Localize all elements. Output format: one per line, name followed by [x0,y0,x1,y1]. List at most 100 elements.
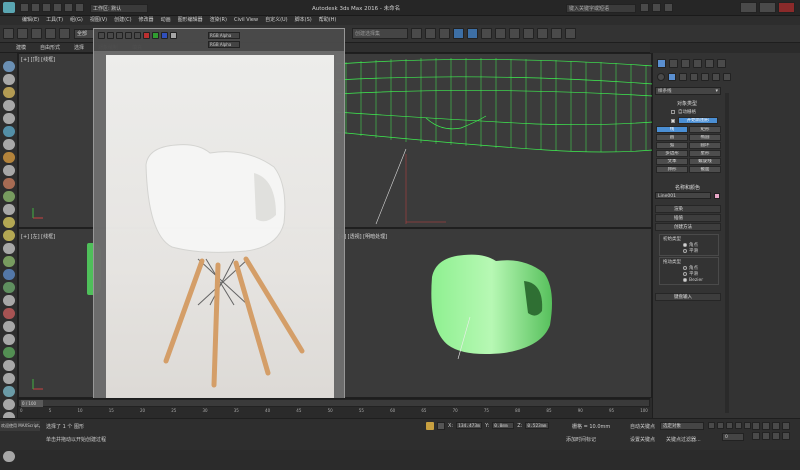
curve-editor-icon[interactable] [467,28,478,39]
copy-image-icon[interactable] [107,32,114,39]
cloth-icon[interactable] [3,399,15,410]
viewport-perspective[interactable]: [+] [透视] [明暗处理] [335,228,652,398]
start-new-shape-button[interactable]: 开始新图形 [678,117,718,124]
utilities-tab-icon[interactable] [717,59,726,68]
new-file-icon[interactable] [20,3,29,12]
previous-frame-icon[interactable] [717,422,724,429]
object-name-input[interactable]: Line001 [655,192,711,199]
shape-button[interactable]: 圆环 [689,142,721,149]
bind-spacewarp-icon[interactable] [59,28,70,39]
scene-explorer-icon[interactable] [3,295,15,306]
shape-button[interactable]: 螺旋线 [689,158,721,165]
ribbon-tab[interactable]: 自由形式 [40,43,60,53]
shape-button[interactable]: 矩形 [689,126,721,133]
shapes-icon[interactable] [668,73,676,81]
lights-tool-icon[interactable] [3,347,15,358]
clone-image-icon[interactable] [116,32,123,39]
drag-type-radio[interactable] [683,266,687,270]
geometry-icon[interactable] [657,73,665,81]
cameras-icon[interactable] [690,73,698,81]
scale-icon[interactable] [3,139,15,150]
select-by-name-icon[interactable] [3,74,15,85]
shape-button[interactable]: 弧 [656,142,688,149]
menu-item[interactable]: 修改器 [139,16,154,25]
absolute-mode-icon[interactable] [437,422,445,430]
star-icon[interactable] [652,3,661,12]
modify-tab-icon[interactable] [669,59,678,68]
command-panel-scrollbar[interactable] [725,93,729,413]
time-slider-thumb[interactable]: 0 / 100 [21,400,43,407]
viewport-perspective-label[interactable]: [+] [透视] [明暗处理] [338,233,387,240]
edit-named-selection-icon[interactable] [3,204,15,215]
shape-button[interactable]: 椭圆 [689,134,721,141]
clear-image-icon[interactable] [134,32,141,39]
shape-button[interactable]: 线 [656,126,688,133]
grid-icon[interactable] [3,451,15,462]
spacewarps-icon[interactable] [712,73,720,81]
shape-button[interactable]: 圆 [656,134,688,141]
redo-icon[interactable] [64,3,73,12]
align-icon[interactable] [425,28,436,39]
blue-channel-icon[interactable] [161,32,168,39]
shape-button[interactable]: 多边形 [656,150,688,157]
select-icon[interactable] [3,61,15,72]
rendered-frame-window-icon[interactable] [523,28,534,39]
green-channel-icon[interactable] [152,32,159,39]
layer-explorer-icon[interactable] [3,308,15,319]
undo-button[interactable] [3,28,14,39]
menu-item[interactable]: 动画 [161,16,171,25]
particle-icon[interactable] [3,386,15,397]
undo-icon[interactable] [53,3,62,12]
menu-item[interactable]: 渲染(R) [210,16,227,25]
render-iterative-icon[interactable] [551,28,562,39]
current-frame-input[interactable]: 0 [722,433,744,441]
teapot-render-icon[interactable] [565,28,576,39]
shape-button[interactable]: 文本 [656,158,688,165]
maximize-viewport-icon[interactable] [782,432,790,440]
next-frame-icon[interactable] [735,422,742,429]
category-dropdown[interactable]: 样条线 ▾ [655,87,721,95]
window-crossing-icon[interactable] [3,100,15,111]
drag-type-radio[interactable] [683,272,687,276]
zoom-extents-icon[interactable] [772,422,780,430]
timeline[interactable]: 0 / 100 0 5 10 15 20 25 30 35 40 45 50 55 60 65 70 75 80… [18,398,650,418]
shape-button[interactable]: 星形 [689,150,721,157]
orbit-icon[interactable] [772,432,780,440]
schematic-view-icon[interactable] [481,28,492,39]
motion-tab-icon[interactable] [693,59,702,68]
menu-item[interactable]: 创建(C) [114,16,131,25]
drag-type-radio[interactable] [683,278,687,282]
ribbon-tab[interactable]: 选择 [74,43,84,53]
close-button[interactable] [778,2,795,13]
field-of-view-icon[interactable] [752,432,760,440]
render-production-icon[interactable] [537,28,548,39]
helper-tool-icon[interactable] [3,373,15,384]
material-editor-icon[interactable] [495,28,506,39]
auto-grid-checkbox[interactable] [671,110,675,114]
named-selection-dropdown[interactable]: 创建选择集 [352,28,408,39]
menu-item[interactable]: 组(G) [70,16,83,25]
menu-item[interactable]: 工具(T) [46,16,63,25]
print-image-icon[interactable] [125,32,132,39]
mirror-tool-icon[interactable] [3,217,15,228]
y-coordinate-input[interactable]: 0.0mm [492,422,515,429]
display-tab-icon[interactable] [705,59,714,68]
toggle-ribbon-icon[interactable] [453,28,464,39]
channel-dropdown[interactable]: RGB Alpha [208,32,240,39]
unlink-icon[interactable] [45,28,56,39]
key-filters-button[interactable]: 关键点过滤器... [666,436,701,443]
redo-button[interactable] [17,28,28,39]
time-slider[interactable]: 0 / 100 [18,399,650,407]
play-icon[interactable] [726,422,733,429]
move-icon[interactable] [3,113,15,124]
helpers-icon[interactable] [701,73,709,81]
keyboard-entry-rollout[interactable]: 键盘输入 [655,293,721,301]
spinner-snap-icon[interactable] [3,191,15,202]
zoom-extents-all-icon[interactable] [782,422,790,430]
place-highlight-icon[interactable] [3,256,15,267]
save-image-icon[interactable] [98,32,105,39]
render-setup-icon[interactable] [509,28,520,39]
ribbon-tab[interactable]: 建模 [16,43,26,53]
search-icon[interactable] [640,3,649,12]
zoom-icon[interactable] [752,422,760,430]
